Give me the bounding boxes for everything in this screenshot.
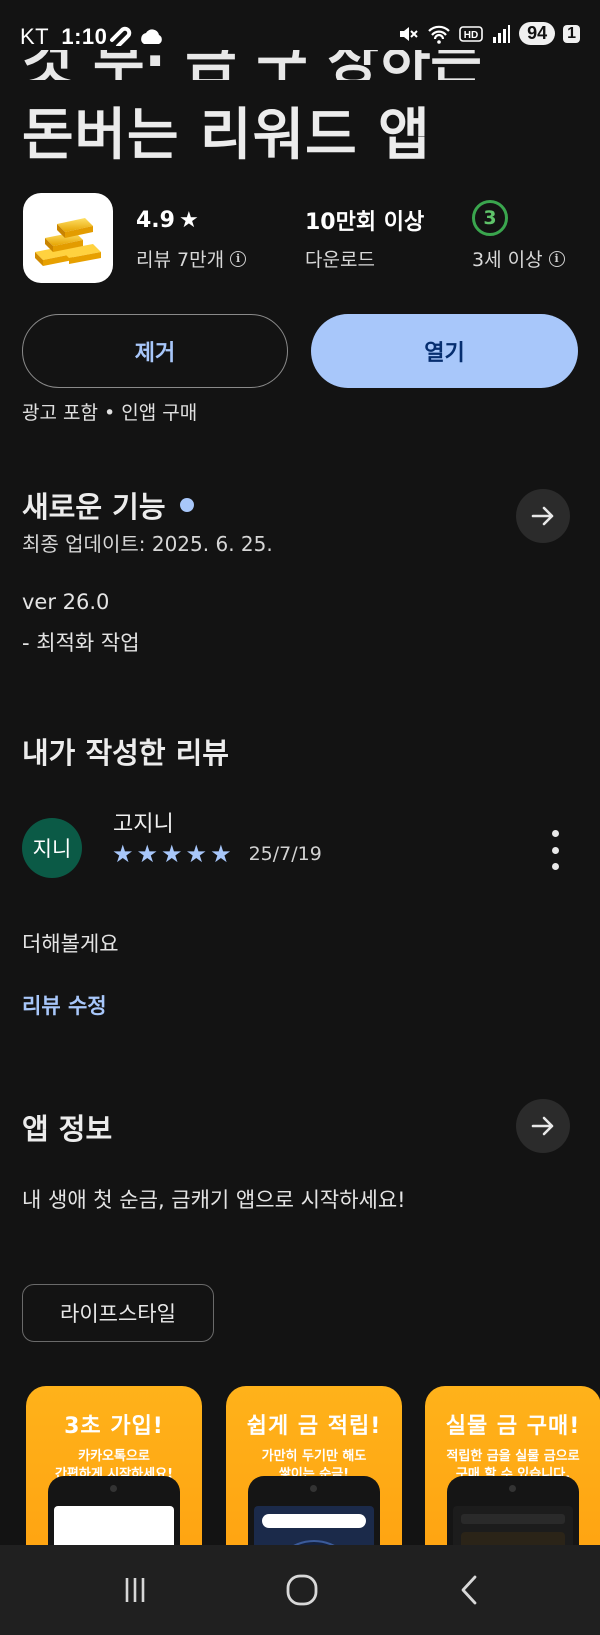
- age-badge-row: 3: [472, 200, 565, 236]
- downloads-stat: 10만회 이상 다운로드: [305, 205, 424, 272]
- reviews-count-row: 리뷰 7만개 i: [136, 245, 247, 272]
- avatar: 지니: [22, 818, 82, 878]
- signal-icon: [493, 24, 511, 43]
- notification-count: 1: [563, 24, 580, 43]
- screenshot-desc-line: 적립한 금을 실물 금으로: [446, 1449, 580, 1464]
- last-updated: 최종 업데이트: 2025. 6. 25.: [22, 532, 273, 556]
- home-button[interactable]: [272, 1545, 332, 1635]
- my-review-heading: 내가 작성한 리뷰: [22, 730, 229, 772]
- star-icon: ★: [178, 207, 199, 233]
- my-review-heading-text: 내가 작성한 리뷰: [22, 736, 229, 770]
- screenshot-headline: 3초 가입!: [64, 1414, 164, 1439]
- screenshot-headline: 실물 금 구매!: [445, 1414, 581, 1439]
- reviews-count: 리뷰 7만개: [136, 249, 225, 271]
- downloads-value: 10만회 이상: [305, 210, 425, 235]
- app-icon: [23, 193, 113, 283]
- whats-new-arrow-button[interactable]: [516, 489, 570, 543]
- app-title-partial: 것 부· 금 구 상하는: [22, 50, 582, 80]
- review-author: 고지니: [113, 812, 174, 837]
- age-label-row: 3세 이상 i: [472, 245, 565, 272]
- review-body: 더해볼게요: [22, 932, 119, 956]
- status-carrier: KT 1:10: [20, 24, 107, 50]
- status-system-icons: HD 94 1: [397, 22, 580, 45]
- svg-text:HD: HD: [464, 30, 478, 41]
- system-navigation-bar: [0, 1545, 600, 1635]
- open-button[interactable]: 열기: [311, 314, 578, 388]
- wifi-icon: [428, 25, 450, 44]
- app-title: 돈버는 리워드 앱: [22, 103, 431, 168]
- recents-button[interactable]: [105, 1545, 165, 1635]
- review-rating-row: ★ ★ ★ ★ ★ 25/7/19: [112, 842, 322, 866]
- info-icon: i: [230, 250, 247, 267]
- battery-level: 94: [519, 22, 556, 45]
- age-rating-label: 3세 이상: [472, 249, 543, 271]
- star-icon: ★: [136, 840, 159, 868]
- back-button[interactable]: [440, 1545, 500, 1635]
- recents-icon: [125, 1578, 145, 1602]
- info-icon: i: [548, 250, 565, 267]
- status-time: 1:10: [61, 24, 108, 49]
- new-indicator-dot: [179, 498, 194, 512]
- more-vert-icon[interactable]: [548, 830, 562, 870]
- about-arrow-button[interactable]: [516, 1099, 570, 1153]
- status-notification-icons: [108, 26, 164, 46]
- release-notes: - 최적화 작업: [22, 631, 140, 655]
- version-text: ver 26.0: [22, 590, 110, 614]
- age-rating-stat[interactable]: 3 3세 이상 i: [472, 200, 565, 272]
- link-icon: [110, 26, 132, 46]
- star-icon: ★: [185, 840, 208, 868]
- arrow-right-icon: [531, 1116, 554, 1136]
- screenshot-desc-line: 카카오톡으로: [78, 1449, 150, 1464]
- gold-bars-icon: [35, 218, 101, 266]
- about-heading: 앱 정보: [22, 1112, 113, 1146]
- screenshot-headline: 쉽게 금 적립!: [246, 1414, 382, 1439]
- whats-new-heading: 새로운 기능: [22, 490, 166, 524]
- hd-voice-icon: HD: [459, 25, 483, 42]
- app-title-partial-line: 것 부· 금 구 상하는: [22, 50, 582, 80]
- star-icon: ★: [161, 840, 183, 868]
- arrow-right-icon: [531, 506, 554, 526]
- review-date: 25/7/19: [248, 843, 322, 865]
- uninstall-button[interactable]: 제거: [22, 314, 288, 388]
- edit-review-link[interactable]: 리뷰 수정: [22, 990, 107, 1020]
- mute-icon: [400, 26, 418, 41]
- star-icon: ★: [112, 840, 134, 868]
- ads-iap-note: 광고 포함 • 인앱 구매: [22, 402, 198, 424]
- rating-value: 4.9: [136, 207, 175, 233]
- screenshot-desc-line: 가만히 두기만 해도: [261, 1449, 367, 1464]
- category-chip[interactable]: 라이프스타일: [22, 1284, 214, 1342]
- weather-icon: [141, 29, 162, 44]
- about-heading-row[interactable]: 앱 정보: [22, 1106, 112, 1148]
- age-rating-badge: 3: [472, 200, 508, 236]
- rating-stat[interactable]: 4.9 ★ 리뷰 7만개 i: [136, 205, 247, 272]
- rating-value-row: 4.9 ★: [136, 205, 246, 235]
- carrier-name: KT: [20, 24, 49, 49]
- downloads-label: 다운로드: [305, 249, 375, 271]
- app-description: 내 생애 첫 순금, 금캐기 앱으로 시작하세요!: [22, 1188, 406, 1212]
- back-icon: [461, 1575, 477, 1605]
- star-icon: ★: [210, 840, 232, 868]
- whats-new-heading-row[interactable]: 새로운 기능: [22, 484, 194, 526]
- home-icon: [286, 1574, 318, 1606]
